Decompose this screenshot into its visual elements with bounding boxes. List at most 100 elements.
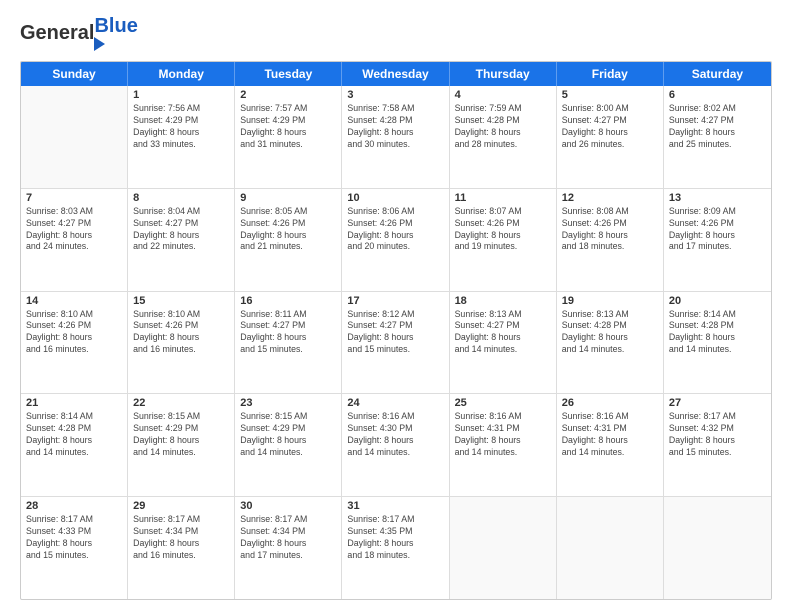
day-info: Sunrise: 8:12 AM Sunset: 4:27 PM Dayligh…	[347, 309, 443, 357]
header-day-monday: Monday	[128, 62, 235, 86]
logo: GeneralBlue	[20, 16, 138, 51]
day-cell-5: 5Sunrise: 8:00 AM Sunset: 4:27 PM Daylig…	[557, 86, 664, 188]
day-info: Sunrise: 8:02 AM Sunset: 4:27 PM Dayligh…	[669, 103, 766, 151]
day-number: 30	[240, 500, 336, 512]
day-cell-3: 3 Sunrise: 7:58 AM Sunset: 4:28 PM Daylig…	[342, 86, 449, 188]
day-cell-4: 4 Sunrise: 7:59 AM Sunset: 4:28 PM Daylig…	[450, 86, 557, 188]
week-row-5: 28 Sunrise: 8:17 AM Sunset: 4:33 PM Dayli…	[21, 497, 771, 599]
day-number: 8	[133, 192, 229, 204]
day-info: Sunrise: 8:15 AM Sunset: 4:29 PM Dayligh…	[240, 411, 336, 459]
day-info: Sunrise: 8:13 AM Sunset: 4:28 PM Dayligh…	[562, 309, 658, 357]
day-number: 22	[133, 397, 229, 409]
day-cell-10: 10Sunrise: 8:06 AM Sunset: 4:26 PM Dayli…	[342, 189, 449, 291]
day-number: 18	[455, 295, 551, 307]
day-info: Sunrise: 8:17 AM Sunset: 4:32 PM Dayligh…	[669, 411, 766, 459]
day-info: Sunrise: 8:00 AM Sunset: 4:27 PM Dayligh…	[562, 103, 658, 151]
day-number: 25	[455, 397, 551, 409]
day-number: 31	[347, 500, 443, 512]
day-info: Sunrise: 8:03 AM Sunset: 4:27 PM Dayligh…	[26, 206, 122, 254]
day-cell-24: 24Sunrise: 8:16 AM Sunset: 4:30 PM Dayli…	[342, 394, 449, 496]
day-info: Sunrise: 8:16 AM Sunset: 4:31 PM Dayligh…	[455, 411, 551, 459]
day-cell-21: 21 Sunrise: 8:14 AM Sunset: 4:28 PM Dayli…	[21, 394, 128, 496]
day-number: 12	[562, 192, 658, 204]
day-cell-9: 9 Sunrise: 8:05 AM Sunset: 4:26 PM Daylig…	[235, 189, 342, 291]
week-row-3: 14 Sunrise: 8:10 AM Sunset: 4:26 PM Dayli…	[21, 292, 771, 395]
week-row-2: 7 Sunrise: 8:03 AM Sunset: 4:27 PM Daylig…	[21, 189, 771, 292]
day-info: Sunrise: 8:11 AM Sunset: 4:27 PM Dayligh…	[240, 309, 336, 357]
day-number: 7	[26, 192, 122, 204]
day-info: Sunrise: 8:08 AM Sunset: 4:26 PM Dayligh…	[562, 206, 658, 254]
day-info: Sunrise: 8:06 AM Sunset: 4:26 PM Dayligh…	[347, 206, 443, 254]
day-cell-15: 15 Sunrise: 8:10 AM Sunset: 4:26 PM Dayli…	[128, 292, 235, 394]
day-info: Sunrise: 8:14 AM Sunset: 4:28 PM Dayligh…	[669, 309, 766, 357]
day-info: Sunrise: 8:16 AM Sunset: 4:30 PM Dayligh…	[347, 411, 443, 459]
day-cell-20: 20Sunrise: 8:14 AM Sunset: 4:28 PM Dayli…	[664, 292, 771, 394]
day-cell-12: 12 Sunrise: 8:08 AM Sunset: 4:26 PM Dayli…	[557, 189, 664, 291]
logo-general: General	[20, 22, 94, 45]
day-cell-23: 23 Sunrise: 8:15 AM Sunset: 4:29 PM Dayli…	[235, 394, 342, 496]
day-cell-28: 28 Sunrise: 8:17 AM Sunset: 4:33 PM Dayli…	[21, 497, 128, 599]
day-info: Sunrise: 8:14 AM Sunset: 4:28 PM Dayligh…	[26, 411, 122, 459]
day-cell-14: 14 Sunrise: 8:10 AM Sunset: 4:26 PM Dayli…	[21, 292, 128, 394]
day-cell-27: 27 Sunrise: 8:17 AM Sunset: 4:32 PM Dayli…	[664, 394, 771, 496]
day-number: 14	[26, 295, 122, 307]
logo-blue: Blue	[94, 16, 137, 36]
day-number: 9	[240, 192, 336, 204]
header-day-thursday: Thursday	[450, 62, 557, 86]
calendar: SundayMondayTuesdayWednesdayThursdayFrid…	[20, 61, 772, 600]
day-cell-22: 22 Sunrise: 8:15 AM Sunset: 4:29 PM Dayli…	[128, 394, 235, 496]
day-number: 2	[240, 89, 336, 101]
day-number: 27	[669, 397, 766, 409]
week-row-1: 1 Sunrise: 7:56 AM Sunset: 4:29 PM Daylig…	[21, 86, 771, 189]
day-number: 6	[669, 89, 766, 101]
day-cell-16: 16 Sunrise: 8:11 AM Sunset: 4:27 PM Dayli…	[235, 292, 342, 394]
day-number: 29	[133, 500, 229, 512]
header-day-tuesday: Tuesday	[235, 62, 342, 86]
header-day-saturday: Saturday	[664, 62, 771, 86]
header-day-sunday: Sunday	[21, 62, 128, 86]
day-number: 16	[240, 295, 336, 307]
day-number: 11	[455, 192, 551, 204]
header-day-friday: Friday	[557, 62, 664, 86]
day-cell-31: 31 Sunrise: 8:17 AM Sunset: 4:35 PM Dayli…	[342, 497, 449, 599]
day-info: Sunrise: 8:17 AM Sunset: 4:35 PM Dayligh…	[347, 514, 443, 562]
calendar-body: 1 Sunrise: 7:56 AM Sunset: 4:29 PM Daylig…	[21, 86, 771, 599]
day-number: 4	[455, 89, 551, 101]
day-info: Sunrise: 8:10 AM Sunset: 4:26 PM Dayligh…	[133, 309, 229, 357]
day-info: Sunrise: 8:04 AM Sunset: 4:27 PM Dayligh…	[133, 206, 229, 254]
day-cell-empty-4-4	[450, 497, 557, 599]
day-cell-25: 25 Sunrise: 8:16 AM Sunset: 4:31 PM Dayli…	[450, 394, 557, 496]
day-info: Sunrise: 7:58 AM Sunset: 4:28 PM Dayligh…	[347, 103, 443, 151]
day-cell-17: 17Sunrise: 8:12 AM Sunset: 4:27 PM Dayli…	[342, 292, 449, 394]
calendar-header: SundayMondayTuesdayWednesdayThursdayFrid…	[21, 62, 771, 86]
day-cell-6: 6 Sunrise: 8:02 AM Sunset: 4:27 PM Daylig…	[664, 86, 771, 188]
logo-arrow-icon	[94, 37, 105, 51]
day-info: Sunrise: 8:15 AM Sunset: 4:29 PM Dayligh…	[133, 411, 229, 459]
day-info: Sunrise: 8:16 AM Sunset: 4:31 PM Dayligh…	[562, 411, 658, 459]
day-cell-30: 30 Sunrise: 8:17 AM Sunset: 4:34 PM Dayli…	[235, 497, 342, 599]
day-cell-1: 1 Sunrise: 7:56 AM Sunset: 4:29 PM Daylig…	[128, 86, 235, 188]
day-cell-7: 7 Sunrise: 8:03 AM Sunset: 4:27 PM Daylig…	[21, 189, 128, 291]
day-cell-empty-4-5	[557, 497, 664, 599]
day-info: Sunrise: 8:17 AM Sunset: 4:34 PM Dayligh…	[240, 514, 336, 562]
day-number: 28	[26, 500, 122, 512]
day-info: Sunrise: 8:10 AM Sunset: 4:26 PM Dayligh…	[26, 309, 122, 357]
day-number: 21	[26, 397, 122, 409]
day-info: Sunrise: 8:17 AM Sunset: 4:34 PM Dayligh…	[133, 514, 229, 562]
day-info: Sunrise: 8:17 AM Sunset: 4:33 PM Dayligh…	[26, 514, 122, 562]
day-number: 1	[133, 89, 229, 101]
day-cell-empty-0-0	[21, 86, 128, 188]
day-cell-11: 11Sunrise: 8:07 AM Sunset: 4:26 PM Dayli…	[450, 189, 557, 291]
day-info: Sunrise: 7:56 AM Sunset: 4:29 PM Dayligh…	[133, 103, 229, 151]
day-number: 23	[240, 397, 336, 409]
day-cell-19: 19Sunrise: 8:13 AM Sunset: 4:28 PM Dayli…	[557, 292, 664, 394]
day-cell-2: 2Sunrise: 7:57 AM Sunset: 4:29 PM Daylig…	[235, 86, 342, 188]
day-info: Sunrise: 8:05 AM Sunset: 4:26 PM Dayligh…	[240, 206, 336, 254]
page: GeneralBlue SundayMondayTuesdayWednesday…	[0, 0, 792, 612]
day-number: 15	[133, 295, 229, 307]
day-cell-13: 13Sunrise: 8:09 AM Sunset: 4:26 PM Dayli…	[664, 189, 771, 291]
day-number: 3	[347, 89, 443, 101]
day-cell-29: 29 Sunrise: 8:17 AM Sunset: 4:34 PM Dayli…	[128, 497, 235, 599]
day-info: Sunrise: 7:59 AM Sunset: 4:28 PM Dayligh…	[455, 103, 551, 151]
day-cell-empty-4-6	[664, 497, 771, 599]
